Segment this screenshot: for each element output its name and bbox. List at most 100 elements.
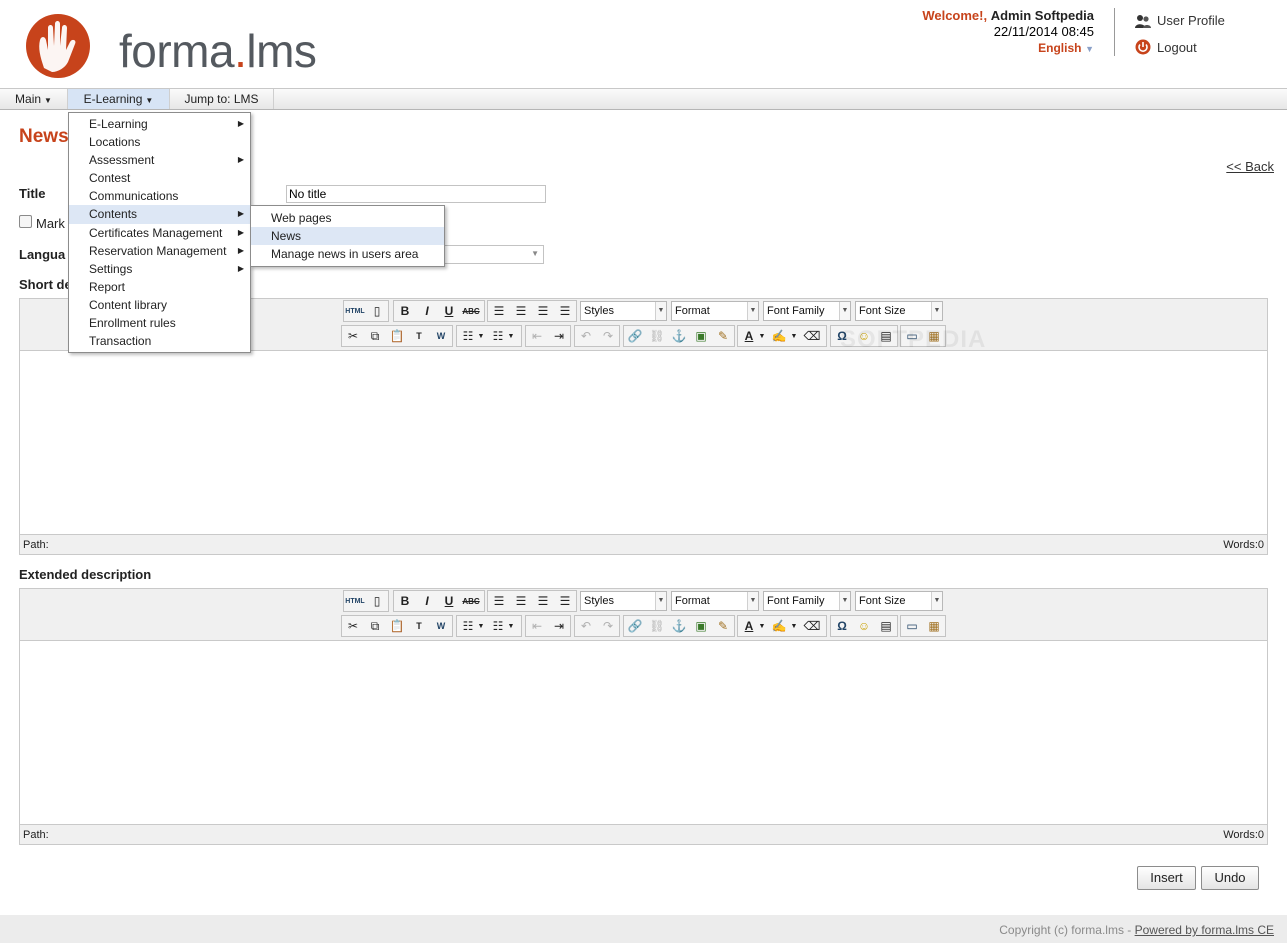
dropdown-item[interactable]: Transaction	[69, 332, 250, 350]
eraser-icon[interactable]: ⌫	[802, 616, 822, 636]
back-link[interactable]: << Back	[1226, 159, 1274, 174]
format-select[interactable]: Format ▼	[671, 301, 759, 321]
align-center-icon[interactable]: ☰	[511, 591, 531, 611]
emoticon-icon[interactable]: ☺	[854, 616, 874, 636]
special-char-icon[interactable]: Ω	[832, 616, 852, 636]
dropdown-item[interactable]: Certificates Management ▶	[69, 224, 250, 242]
template-icon[interactable]: ▦	[924, 616, 944, 636]
underline-button[interactable]: U	[439, 301, 459, 321]
preview-icon[interactable]: ▭	[902, 616, 922, 636]
html-source-button[interactable]: HTML	[345, 301, 365, 321]
outdent-icon[interactable]: ⇤	[527, 616, 547, 636]
media-icon[interactable]: ▤	[876, 616, 896, 636]
copy-icon[interactable]: ⧉	[365, 326, 385, 346]
indent-icon[interactable]: ⇥	[549, 616, 569, 636]
paste-icon[interactable]: 📋	[387, 616, 407, 636]
underline-button[interactable]: U	[439, 591, 459, 611]
paste-text-icon[interactable]: T	[409, 616, 429, 636]
dropdown-item[interactable]: Content library	[69, 296, 250, 314]
font-size-select[interactable]: Font Size ▼	[855, 591, 943, 611]
text-color-icon[interactable]: A	[739, 616, 759, 636]
format-select[interactable]: Format ▼	[671, 591, 759, 611]
italic-button[interactable]: I	[417, 591, 437, 611]
highlight-color-icon[interactable]: ✍	[769, 326, 789, 346]
dropdown-item[interactable]: Settings ▶	[69, 260, 250, 278]
language-selector[interactable]: English ▼	[922, 40, 1094, 57]
dropdown-item[interactable]: Reservation Management ▶	[69, 242, 250, 260]
bold-button[interactable]: B	[395, 301, 415, 321]
bullet-list-icon[interactable]: ☷	[458, 616, 478, 636]
anchor-icon[interactable]: ⚓	[669, 616, 689, 636]
chevron-down-icon[interactable]: ▼	[757, 616, 767, 636]
editor-content-area[interactable]	[20, 351, 1267, 534]
copy-icon[interactable]: ⧉	[365, 616, 385, 636]
mark-checkbox[interactable]	[19, 215, 32, 228]
undo-icon[interactable]: ↶	[576, 616, 596, 636]
menu-main[interactable]: Main ▼	[0, 89, 68, 109]
chevron-down-icon[interactable]: ▼	[789, 616, 799, 636]
dropdown-item[interactable]: Contents ▶	[69, 205, 250, 224]
align-left-icon[interactable]: ☰	[489, 591, 509, 611]
new-document-icon[interactable]: ▯	[367, 301, 387, 321]
strikethrough-button[interactable]: ABC	[461, 301, 481, 321]
dropdown-item[interactable]: E-Learning ▶	[69, 115, 250, 133]
align-left-icon[interactable]: ☰	[489, 301, 509, 321]
redo-icon[interactable]: ↷	[598, 616, 618, 636]
link-icon[interactable]: 🔗	[625, 616, 645, 636]
outdent-icon[interactable]: ⇤	[527, 326, 547, 346]
align-justify-icon[interactable]: ☰	[555, 591, 575, 611]
strikethrough-button[interactable]: ABC	[461, 591, 481, 611]
paste-icon[interactable]: 📋	[387, 326, 407, 346]
paste-text-icon[interactable]: T	[409, 326, 429, 346]
chevron-down-icon[interactable]: ▼	[506, 616, 516, 636]
bullet-list-icon[interactable]: ☷	[458, 326, 478, 346]
unlink-icon[interactable]: ⛓	[647, 616, 667, 636]
align-center-icon[interactable]: ☰	[511, 301, 531, 321]
html-source-button[interactable]: HTML	[345, 591, 365, 611]
image-icon[interactable]: ▣	[691, 326, 711, 346]
cut-icon[interactable]: ✂	[343, 616, 363, 636]
powered-by-link[interactable]: Powered by forma.lms CE	[1135, 923, 1274, 937]
language-select[interactable]: ▼	[440, 245, 544, 264]
link-icon[interactable]: 🔗	[625, 326, 645, 346]
highlight-color-icon[interactable]: ✍	[769, 616, 789, 636]
unlink-icon[interactable]: ⛓	[647, 326, 667, 346]
indent-icon[interactable]: ⇥	[549, 326, 569, 346]
menu-elearning[interactable]: E-Learning ▼	[68, 89, 170, 109]
text-color-icon[interactable]: A	[739, 326, 759, 346]
submenu-item[interactable]: News	[251, 227, 444, 245]
undo-button[interactable]: Undo	[1201, 866, 1259, 890]
numbered-list-icon[interactable]: ☷	[488, 326, 508, 346]
title-input[interactable]: No title	[286, 185, 546, 203]
anchor-icon[interactable]: ⚓	[669, 326, 689, 346]
chevron-down-icon[interactable]: ▼	[476, 326, 486, 346]
dropdown-item[interactable]: Locations	[69, 133, 250, 151]
logout-link[interactable]: Logout	[1135, 39, 1197, 55]
forma-lms-logo[interactable]: forma.lms	[22, 12, 362, 78]
user-profile-link[interactable]: User Profile	[1135, 13, 1225, 28]
chevron-down-icon[interactable]: ▼	[757, 326, 767, 346]
eraser-icon[interactable]: ⌫	[802, 326, 822, 346]
dropdown-item[interactable]: Report	[69, 278, 250, 296]
chevron-down-icon[interactable]: ▼	[476, 616, 486, 636]
dropdown-item[interactable]: Contest	[69, 169, 250, 187]
submenu-item[interactable]: Manage news in users area	[251, 245, 444, 263]
submenu-item[interactable]: Web pages	[251, 209, 444, 227]
cleanup-icon[interactable]: ✎	[713, 326, 733, 346]
align-right-icon[interactable]: ☰	[533, 591, 553, 611]
undo-icon[interactable]: ↶	[576, 326, 596, 346]
dropdown-item[interactable]: Communications	[69, 187, 250, 205]
styles-select[interactable]: Styles ▼	[580, 591, 667, 611]
font-size-select[interactable]: Font Size ▼	[855, 301, 943, 321]
styles-select[interactable]: Styles ▼	[580, 301, 667, 321]
editor-content-area[interactable]	[20, 641, 1267, 824]
cut-icon[interactable]: ✂	[343, 326, 363, 346]
align-justify-icon[interactable]: ☰	[555, 301, 575, 321]
bold-button[interactable]: B	[395, 591, 415, 611]
font-family-select[interactable]: Font Family ▼	[763, 301, 851, 321]
font-family-select[interactable]: Font Family ▼	[763, 591, 851, 611]
dropdown-item[interactable]: Assessment ▶	[69, 151, 250, 169]
new-document-icon[interactable]: ▯	[367, 591, 387, 611]
redo-icon[interactable]: ↷	[598, 326, 618, 346]
insert-button[interactable]: Insert	[1137, 866, 1196, 890]
